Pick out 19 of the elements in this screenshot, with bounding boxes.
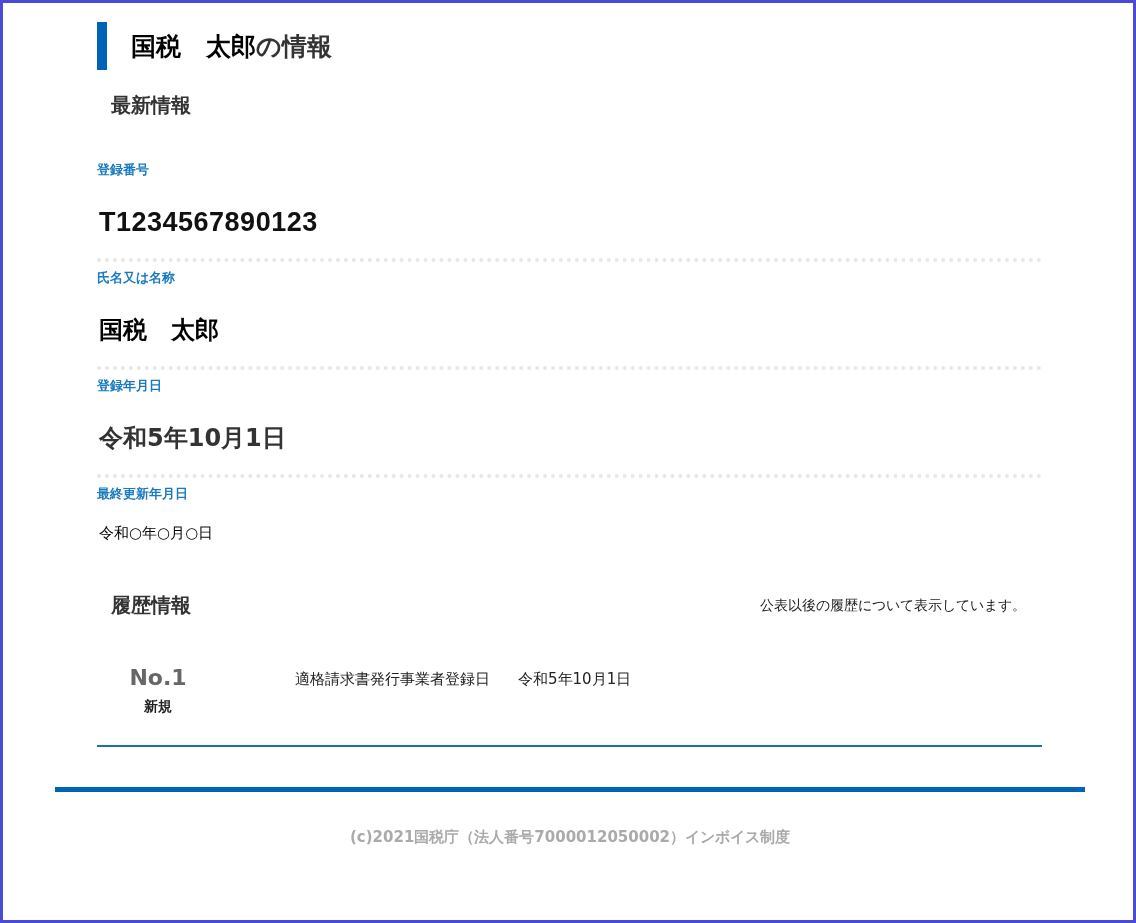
copyright-text: (c)2021国税庁（法人番号7000012050002）インボイス制度 bbox=[348, 828, 791, 847]
section-heading: 履歴情報 bbox=[111, 592, 191, 619]
entry-description: 適格請求書発行事業者登録日 bbox=[295, 670, 490, 689]
accent-bar bbox=[97, 22, 107, 70]
section-heading: 最新情報 bbox=[111, 92, 192, 119]
field-value: 令和○年○月○日 bbox=[99, 523, 215, 544]
field-value: T1234567890123 bbox=[99, 206, 319, 239]
field-value: 令和5年10月1日 bbox=[99, 423, 287, 454]
field-label: 最終更新年月日 bbox=[97, 485, 189, 503]
heading-suffix: の情報 bbox=[256, 31, 332, 61]
history-note: 公表以後の履歴について表示しています。 bbox=[760, 596, 1026, 615]
entry-date: 令和5年10月1日 bbox=[518, 670, 632, 689]
field-label: 氏名又は名称 bbox=[97, 269, 176, 287]
entry-type: 新規 bbox=[144, 698, 172, 716]
entry-number: No.1 bbox=[129, 665, 187, 690]
person-name: 国税 太郎 bbox=[131, 31, 256, 61]
field-value: 国税 太郎 bbox=[99, 315, 220, 346]
field-label: 登録番号 bbox=[97, 161, 150, 179]
field-label: 登録年月日 bbox=[97, 377, 163, 395]
